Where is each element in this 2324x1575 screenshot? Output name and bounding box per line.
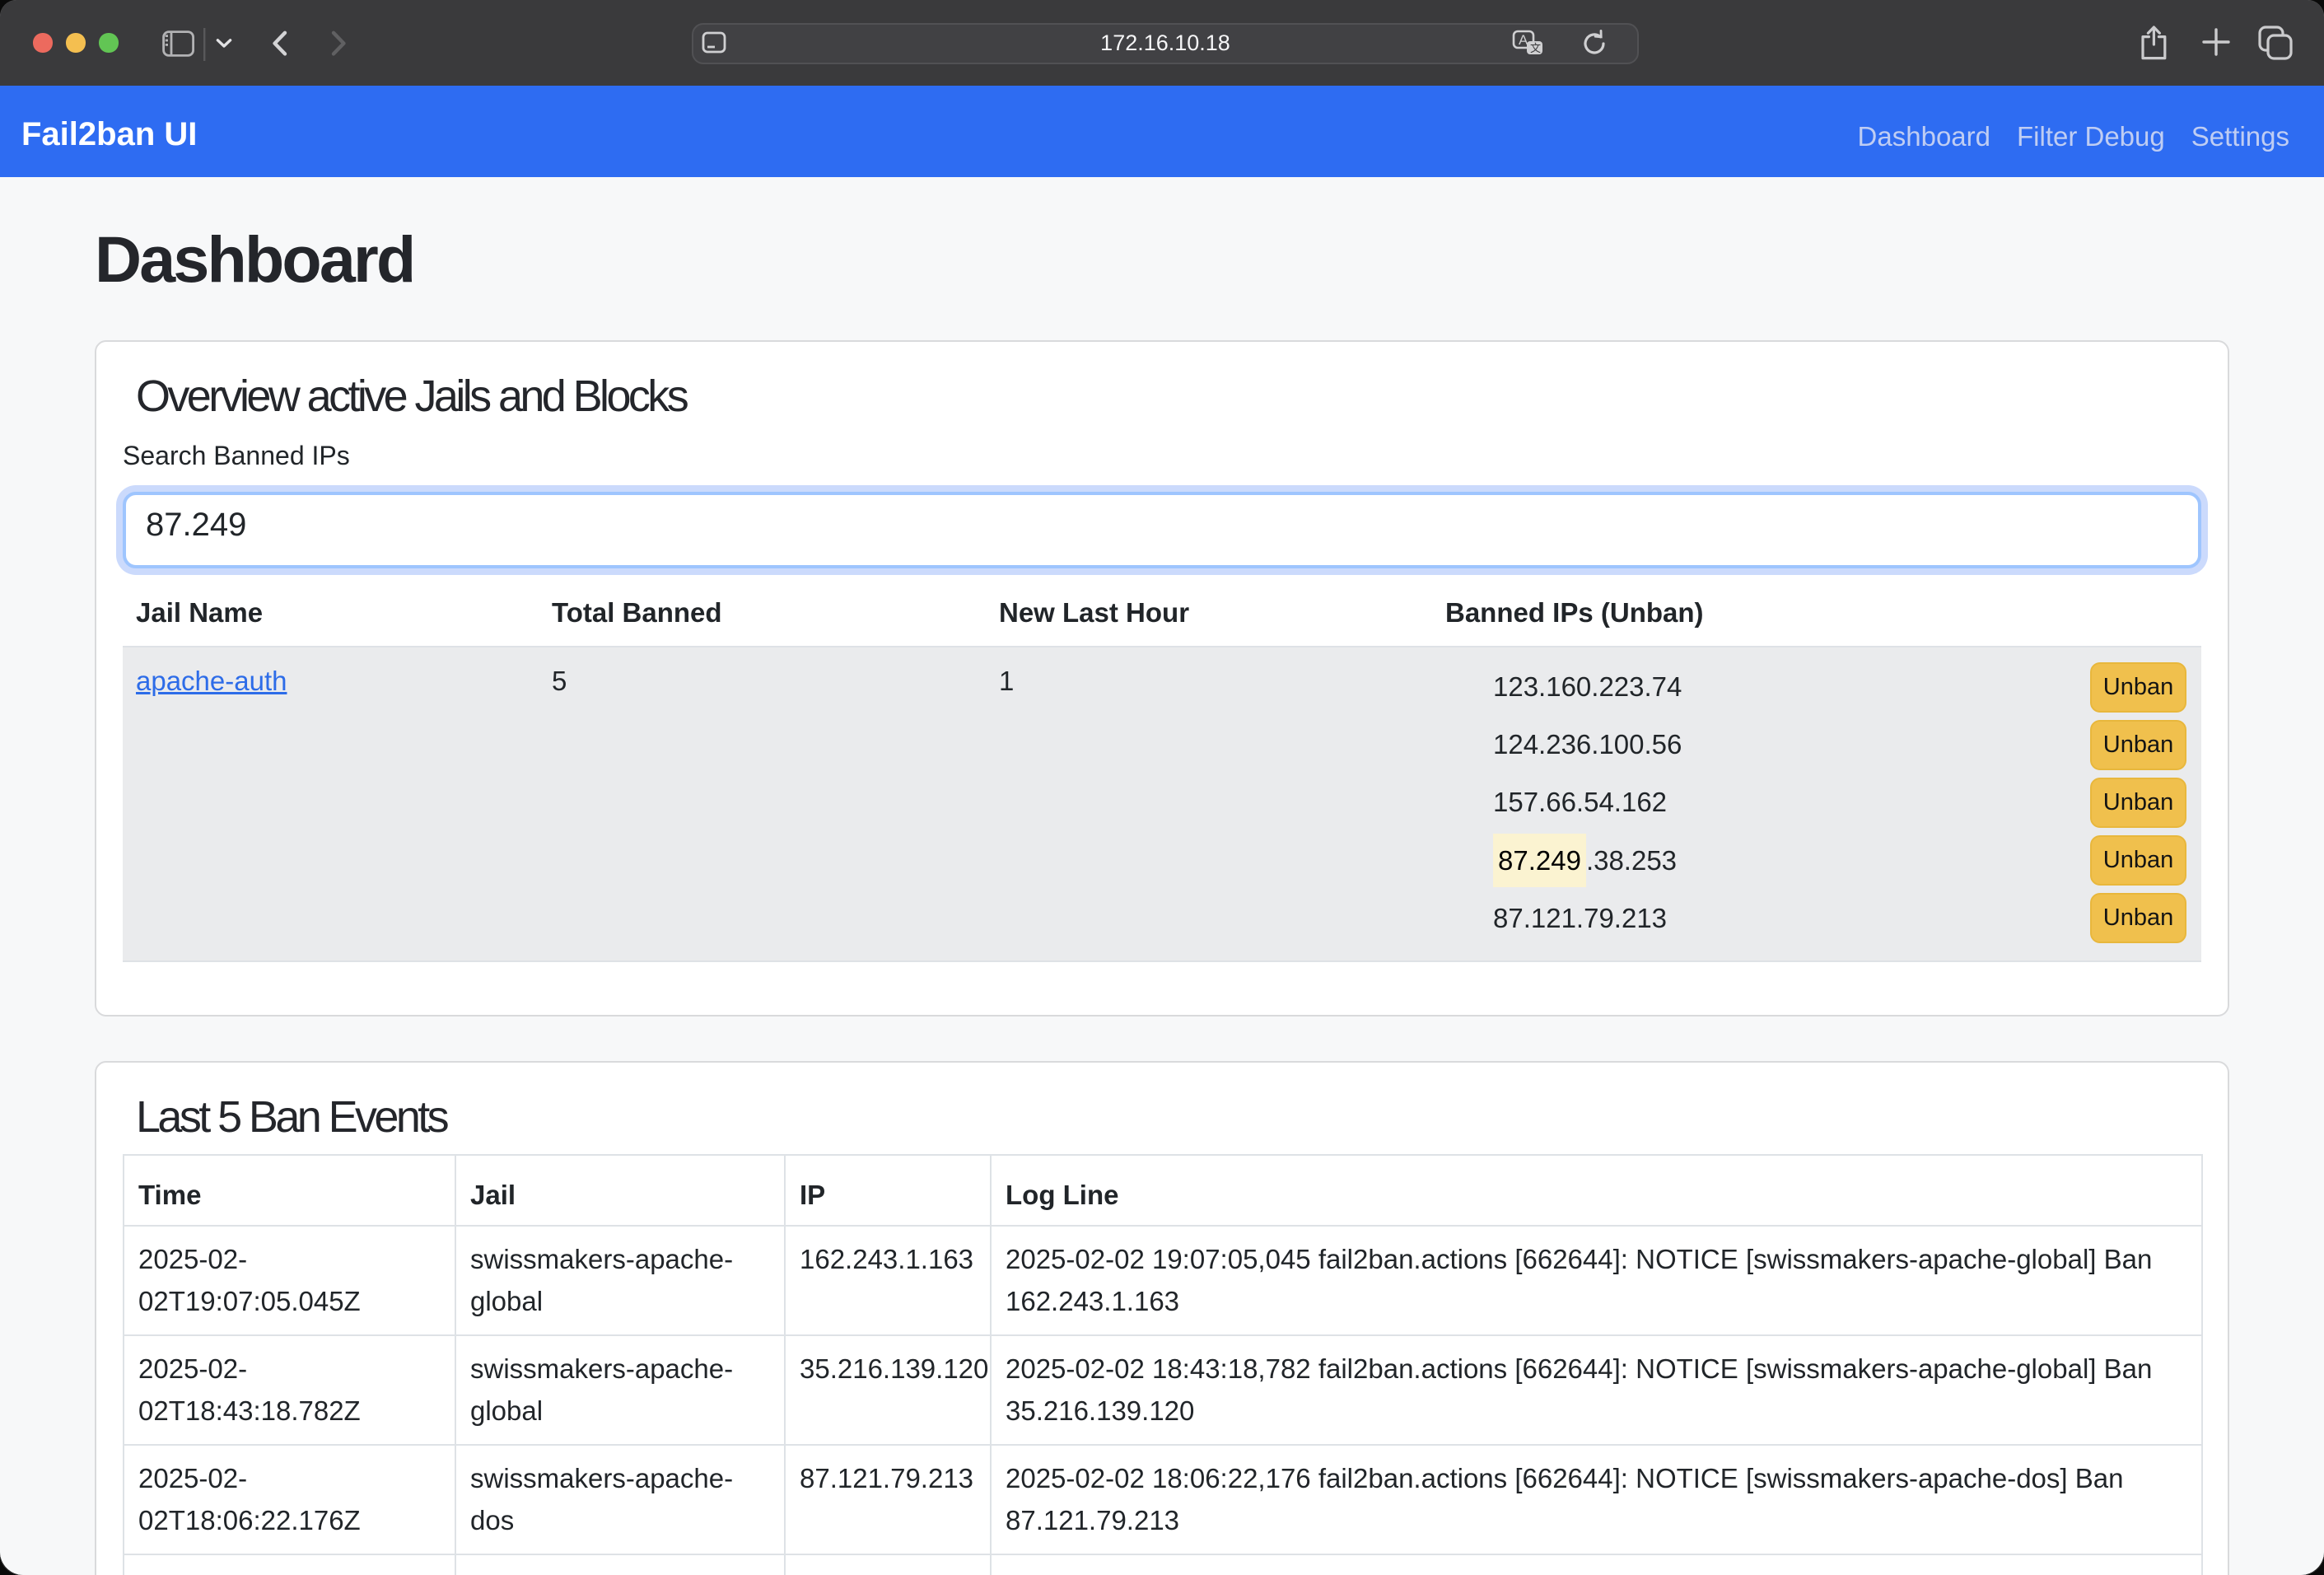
svg-text:文: 文 [1530,42,1541,54]
